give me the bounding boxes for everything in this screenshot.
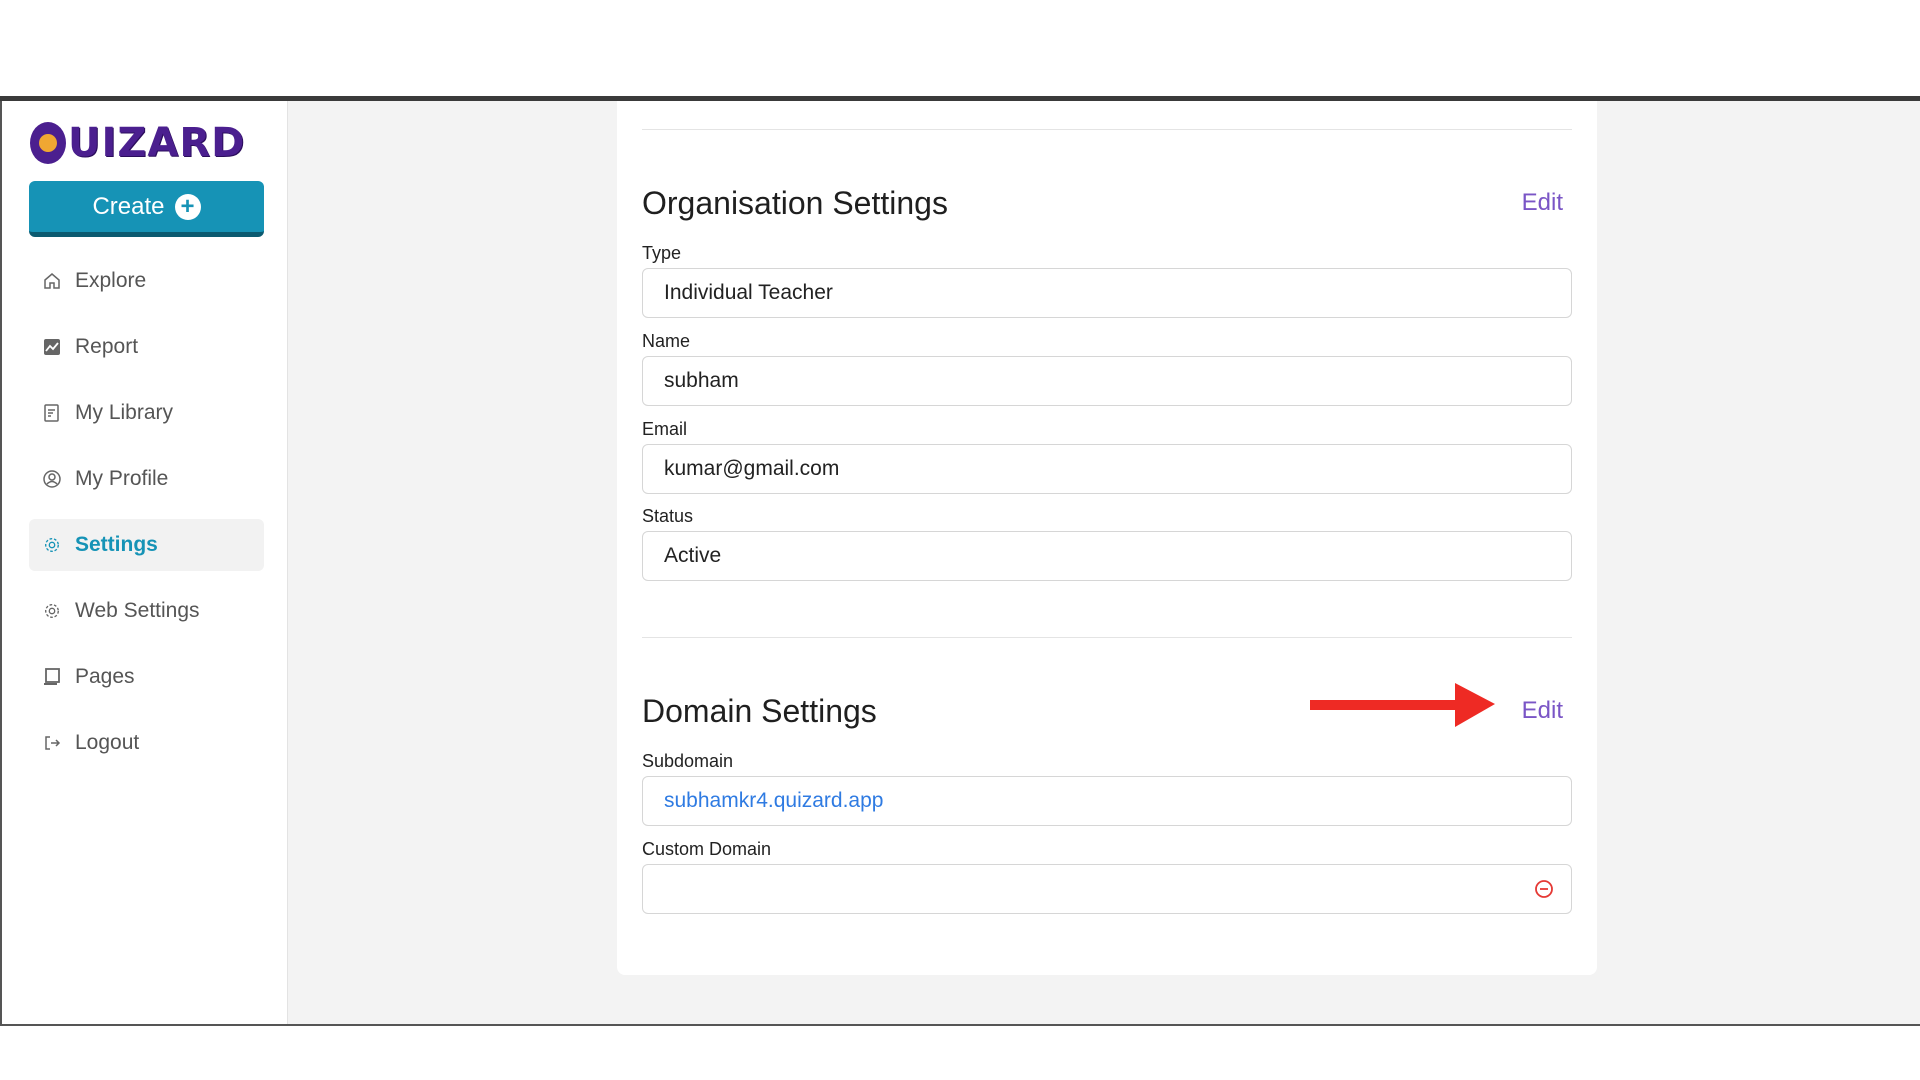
custom-domain-label: Custom Domain (642, 839, 772, 859)
name-field[interactable]: subham (642, 356, 1572, 406)
sidebar-item-label: My Library (75, 401, 174, 424)
sidebar-item-report[interactable]: Report (29, 321, 264, 373)
pages-icon (41, 666, 63, 688)
clear-icon[interactable] (1533, 878, 1555, 900)
name-value: subham (664, 369, 739, 392)
create-button[interactable]: Create + (29, 181, 264, 237)
profile-icon (41, 468, 63, 490)
domain-settings-title: Domain Settings (642, 693, 877, 729)
sidebar-item-label: Report (75, 335, 139, 358)
sidebar-item-label: Settings (75, 533, 158, 556)
status-label: Status (642, 506, 694, 526)
status-value: Active (664, 544, 722, 567)
email-field[interactable]: kumar@gmail.com (642, 444, 1572, 494)
subdomain-label: Subdomain (642, 751, 734, 771)
type-label: Type (642, 243, 682, 263)
sidebar-item-settings[interactable]: Settings (29, 519, 264, 571)
domain-edit-link[interactable]: Edit (1522, 697, 1563, 725)
custom-domain-input[interactable] (664, 877, 1524, 901)
name-label: Name (642, 331, 691, 351)
organisation-edit-link[interactable]: Edit (1522, 189, 1563, 217)
sidebar: UIZARD Create + Explore Report My Librar… (0, 101, 288, 1024)
library-icon (41, 402, 63, 424)
sidebar-item-logout[interactable]: Logout (29, 717, 264, 769)
settings-panel: Organisation Settings Edit Type Individu… (617, 101, 1597, 975)
sidebar-item-label: My Profile (75, 467, 169, 490)
app-window: UIZARD Create + Explore Report My Librar… (0, 101, 1920, 1026)
subdomain-link[interactable]: subhamkr4.quizard.app (664, 789, 883, 813)
sidebar-item-web-settings[interactable]: Web Settings (29, 585, 264, 637)
logo-text: UIZARD (68, 120, 246, 166)
email-label: Email (642, 419, 688, 439)
gear-icon (41, 534, 63, 556)
logout-icon (41, 732, 63, 754)
logo-mascot-icon (30, 122, 66, 164)
sidebar-item-my-library[interactable]: My Library (29, 387, 264, 439)
sidebar-nav: Explore Report My Library My Profile Set… (29, 255, 264, 783)
sidebar-item-my-profile[interactable]: My Profile (29, 453, 264, 505)
create-button-label: Create (92, 192, 165, 220)
sidebar-item-label: Pages (75, 665, 135, 688)
status-field[interactable]: Active (642, 531, 1572, 581)
sidebar-item-label: Explore (75, 269, 147, 292)
quizard-logo[interactable]: UIZARD (30, 119, 245, 167)
sidebar-item-explore[interactable]: Explore (29, 255, 264, 307)
section-divider (642, 637, 1572, 638)
type-field[interactable]: Individual Teacher (642, 268, 1572, 318)
section-divider (642, 129, 1572, 130)
sidebar-item-label: Web Settings (75, 599, 200, 622)
gear-icon (41, 600, 63, 622)
plus-circle-icon: + (174, 193, 201, 220)
chart-icon (41, 336, 63, 358)
sidebar-item-pages[interactable]: Pages (29, 651, 264, 703)
custom-domain-field[interactable] (642, 864, 1572, 914)
home-icon (41, 270, 63, 292)
sidebar-item-label: Logout (75, 731, 140, 754)
organisation-settings-title: Organisation Settings (642, 185, 948, 221)
red-arrow-annotation-icon (1310, 683, 1495, 727)
email-value: kumar@gmail.com (664, 457, 840, 480)
type-value: Individual Teacher (664, 281, 833, 304)
subdomain-field[interactable]: subhamkr4.quizard.app (642, 776, 1572, 826)
